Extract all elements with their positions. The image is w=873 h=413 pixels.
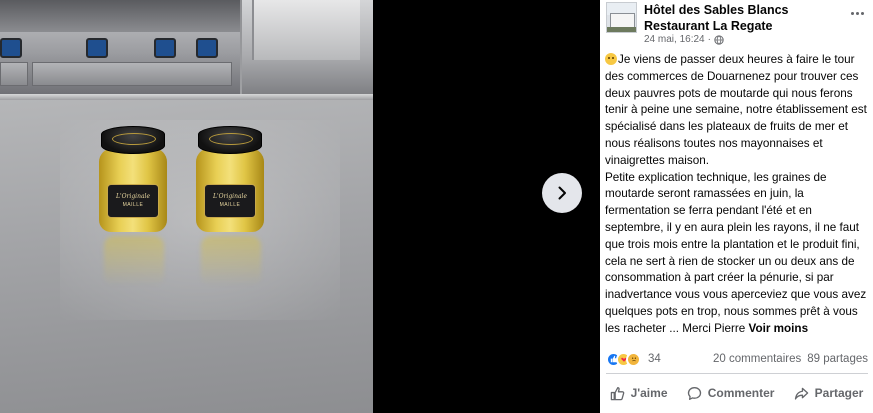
kitchen-stove [0,0,240,95]
mustard-jar: L'Originale MAILLE [99,126,167,232]
post-paragraph-1: Je viens de passer deux heures à faire l… [605,53,867,167]
mustard-jar: L'Originale MAILLE [196,126,264,232]
post-panel: Hôtel des Sables Blancs Restaurant La Re… [600,0,873,413]
thumb-up-icon [610,386,624,400]
more-options-button[interactable] [847,6,867,20]
post-text: Je viens de passer deux heures à faire l… [605,52,870,338]
comment-button[interactable]: Commenter [683,383,779,404]
reaction-count[interactable]: 34 [648,353,661,365]
share-button[interactable]: Partager [790,383,868,404]
page-name-link[interactable]: Hôtel des Sables Blancs Restaurant La Re… [644,2,844,34]
jar-brand-text: MAILLE [122,202,144,208]
meta-separator: · [707,34,711,45]
chevron-right-icon [558,186,566,200]
reactions-bar: 34 20 commentaires 89 partages [606,349,868,369]
actions-divider [606,373,868,374]
jar-label-text: L'Originale [115,193,150,200]
see-less-link[interactable]: Voir moins [749,322,809,335]
photo-viewer: L'Originale MAILLE L'Originale MAILLE [0,0,600,413]
like-label: J'aime [630,386,668,400]
comment-bubble-icon [687,386,701,400]
share-label: Partager [814,386,864,400]
share-arrow-icon [794,387,808,400]
comments-count-link[interactable]: 20 commentaires [713,353,801,365]
post-photo: L'Originale MAILLE L'Originale MAILLE [0,0,373,413]
jar-brand-text: MAILLE [219,202,241,208]
jar-label-text: L'Originale [212,193,247,200]
post-actions: J'aime Commenter Partager [600,380,873,406]
post-header: Hôtel des Sables Blancs Restaurant La Re… [600,0,873,52]
next-photo-button[interactable] [542,173,582,213]
reaction-icons[interactable] [606,351,641,367]
shares-count-link[interactable]: 89 partages [807,353,868,365]
post-paragraph-2: Petite explication technique, les graine… [605,170,867,335]
globe-icon [714,34,724,45]
page-avatar[interactable] [606,2,637,33]
post-timestamp[interactable]: 24 mai, 16:24 [644,34,705,45]
worried-face-emoji-icon [605,53,617,65]
sad-reaction-icon [626,351,641,367]
comment-label: Commenter [707,386,775,400]
post-meta: 24 mai, 16:24 · [644,34,724,45]
like-button[interactable]: J'aime [606,383,672,404]
more-dots-icon [850,11,854,15]
